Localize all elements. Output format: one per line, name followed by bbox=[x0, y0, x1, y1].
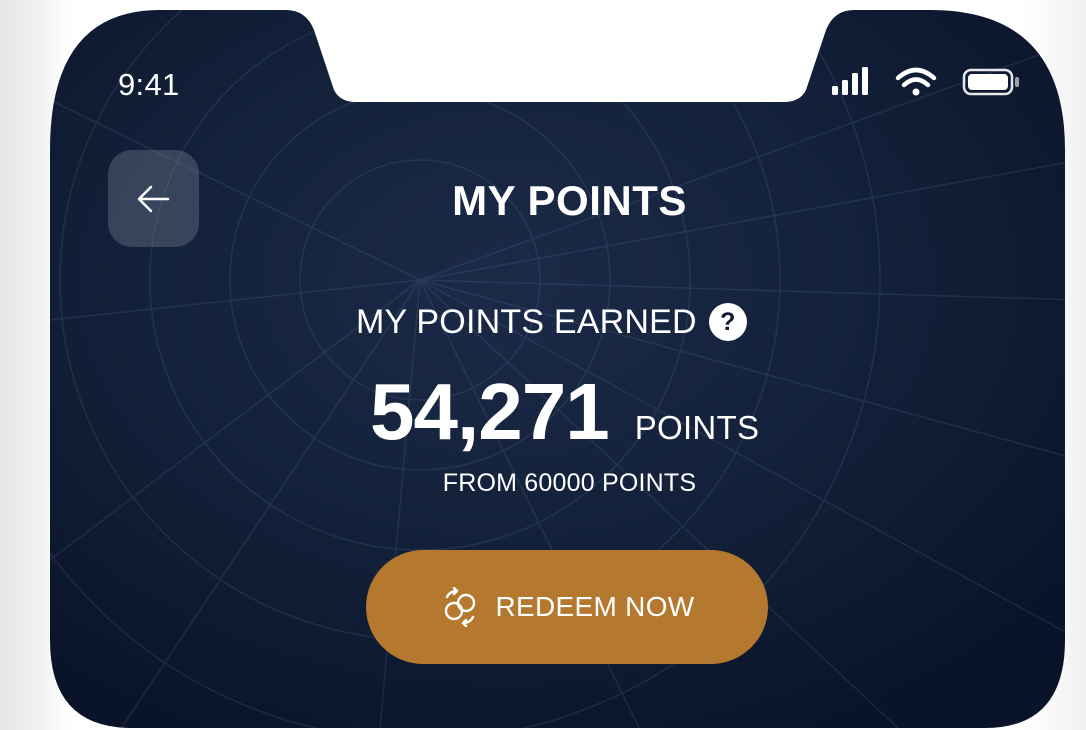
exchange-icon bbox=[444, 587, 475, 627]
page-title: MY POINTS bbox=[452, 177, 687, 224]
points-earned-row: MY POINTS EARNED ? bbox=[356, 296, 747, 348]
redeem-now-label: REDEEM NOW bbox=[495, 591, 695, 622]
battery-icon bbox=[962, 68, 1019, 96]
points-unit: POINTS bbox=[634, 409, 760, 446]
status-icons bbox=[832, 67, 1019, 96]
points-earned-label: MY POINTS EARNED bbox=[356, 303, 697, 341]
points-screen: 9:41 MY POINTS MY POINTS EARNED ? 54,271 bbox=[0, 0, 1086, 730]
points-goal-text: FROM 60000 POINTS bbox=[442, 469, 697, 497]
help-icon[interactable]: ? bbox=[708, 303, 747, 341]
redeem-now-button[interactable]: REDEEM NOW bbox=[366, 550, 768, 664]
points-total-row: 54,271 POINTS bbox=[370, 368, 759, 458]
status-time: 9:41 bbox=[118, 67, 180, 102]
wifi-icon bbox=[895, 67, 937, 96]
points-value: 54,271 bbox=[370, 367, 610, 456]
signal-icon bbox=[832, 67, 868, 95]
